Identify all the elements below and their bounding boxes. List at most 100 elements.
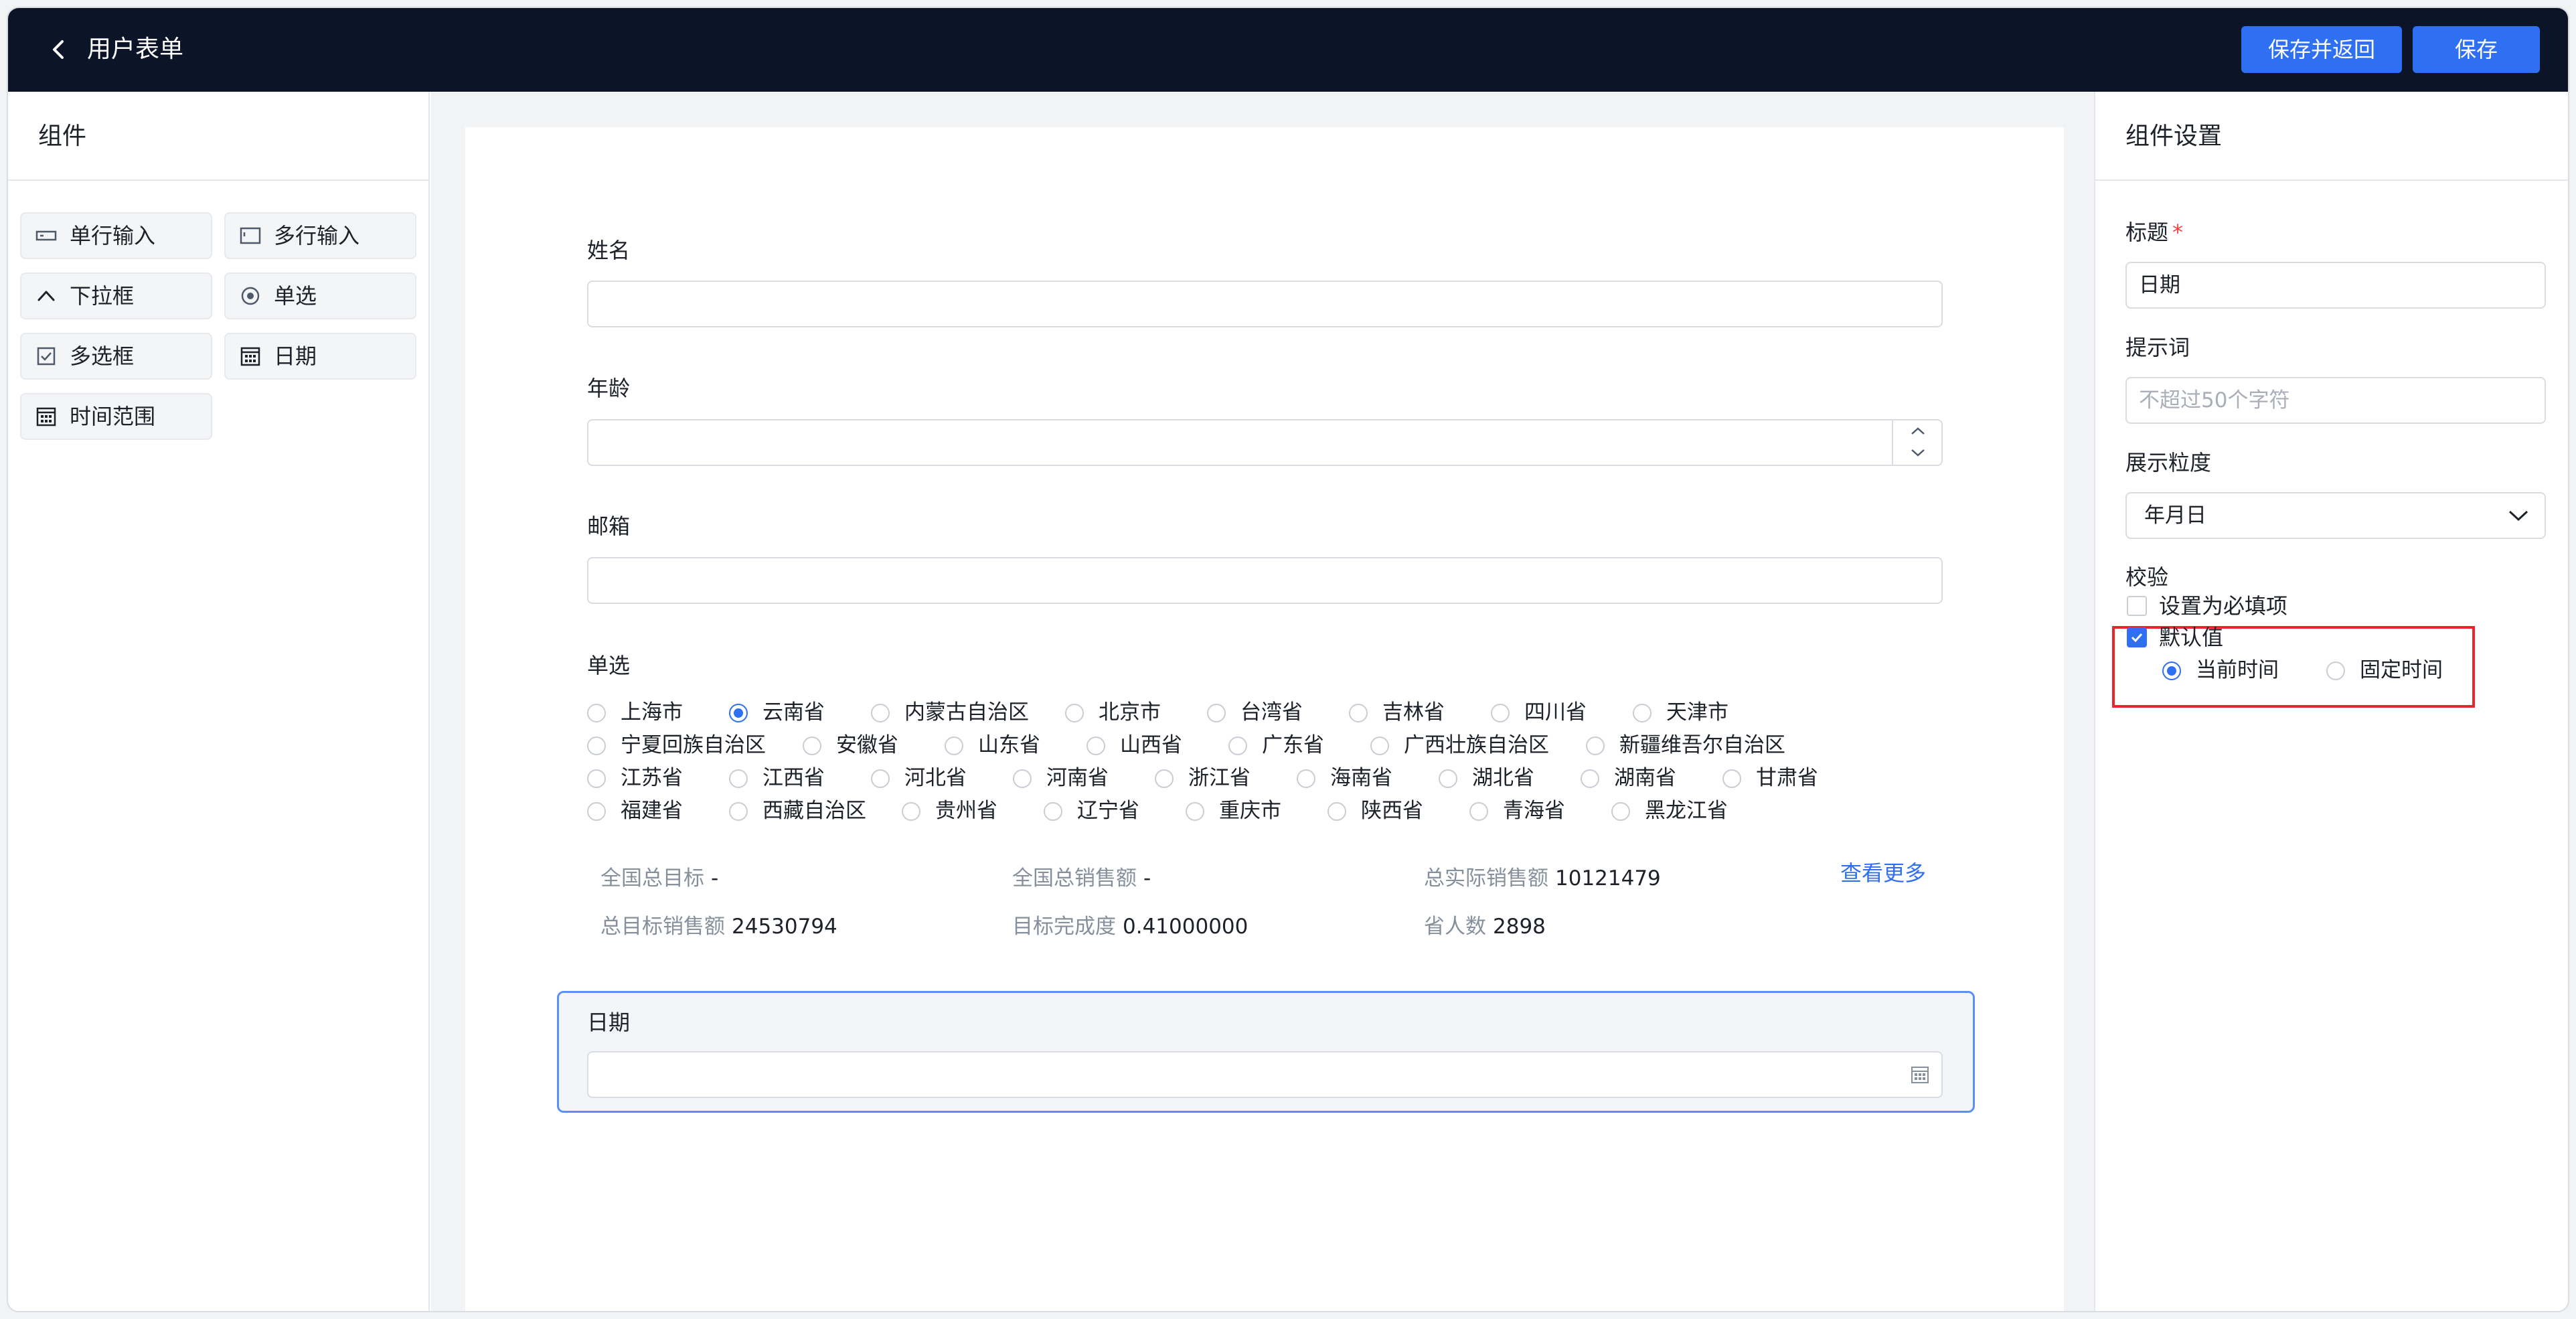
province-radio-option[interactable]: 青海省 <box>1469 797 1565 824</box>
radio-dot <box>1581 769 1599 788</box>
province-radio-option[interactable]: 西藏自治区 <box>729 797 866 824</box>
province-radio-option[interactable]: 宁夏回族自治区 <box>587 732 766 759</box>
province-radio-option[interactable]: 广西壮族自治区 <box>1370 732 1549 759</box>
province-radio-option[interactable]: 贵州省 <box>902 797 997 824</box>
radio-label: 黑龙江省 <box>1645 799 1728 823</box>
component-label: 单行输入 <box>70 223 156 248</box>
chevron-down-icon[interactable] <box>1908 446 1928 459</box>
stat-value: 24530794 <box>732 915 837 939</box>
save-and-return-button[interactable]: 保存并返回 <box>2241 26 2402 73</box>
province-radio-option[interactable]: 河北省 <box>871 765 967 791</box>
validation-label: 校验 <box>2125 564 2169 590</box>
province-radio-option[interactable]: 湖北省 <box>1439 765 1534 791</box>
radio-dot <box>1439 769 1457 788</box>
radio-label: 北京市 <box>1099 700 1161 724</box>
default-current-time-radio[interactable]: 当前时间 <box>2162 657 2279 684</box>
province-radio-option[interactable]: 北京市 <box>1065 699 1161 726</box>
name-input[interactable] <box>587 281 1943 327</box>
component-checkbox[interactable]: 多选框 <box>20 333 212 380</box>
required-checkbox[interactable] <box>2127 596 2147 616</box>
chevron-up-icon[interactable] <box>1908 424 1928 438</box>
granularity-select-value: 年月日 <box>2144 503 2206 528</box>
province-radio-option[interactable]: 江西省 <box>729 765 825 791</box>
component-label: 多行输入 <box>274 223 360 248</box>
email-input[interactable] <box>587 557 1943 604</box>
stat-label: 全国总目标 <box>600 866 704 890</box>
province-radio-option[interactable]: 云南省 <box>729 699 825 726</box>
age-input[interactable] <box>587 419 1943 466</box>
title-setting-label: 标题 * <box>2125 219 2183 246</box>
stat-value: 2898 <box>1493 915 1546 939</box>
radio-dot <box>1086 736 1105 755</box>
province-radio-option[interactable]: 湖南省 <box>1581 765 1676 791</box>
province-radio-option[interactable]: 山东省 <box>945 732 1040 759</box>
granularity-select[interactable]: 年月日 <box>2125 492 2546 539</box>
province-radio-option[interactable]: 安徽省 <box>803 732 898 759</box>
radio-dot <box>1186 802 1204 821</box>
radio-label: 湖北省 <box>1472 766 1534 790</box>
radio-dot <box>902 802 920 821</box>
back-arrow-icon[interactable] <box>45 36 72 63</box>
radio-label: 云南省 <box>762 700 825 724</box>
province-radio-option[interactable]: 陕西省 <box>1327 797 1423 824</box>
radio-dot <box>1327 802 1346 821</box>
province-radio-option[interactable]: 福建省 <box>587 797 683 824</box>
view-more-link[interactable]: 查看更多 <box>1840 860 1926 886</box>
province-radio-option[interactable]: 广东省 <box>1228 732 1324 759</box>
province-radio-option[interactable]: 天津市 <box>1633 699 1728 726</box>
settings-panel-title: 组件设置 <box>2095 92 2568 181</box>
component-radio[interactable]: 单选 <box>224 273 416 319</box>
multi-line-input-icon <box>240 227 261 244</box>
stat-value: 0.41000000 <box>1123 915 1249 939</box>
save-button[interactable]: 保存 <box>2413 26 2540 73</box>
province-radio-option[interactable]: 浙江省 <box>1155 765 1251 791</box>
radio-label: 山西省 <box>1120 733 1182 757</box>
province-radio-option[interactable]: 河南省 <box>1013 765 1109 791</box>
province-radio-option[interactable]: 山西省 <box>1086 732 1182 759</box>
province-radio-option[interactable]: 辽宁省 <box>1044 797 1139 824</box>
province-radio-option[interactable]: 新疆维吾尔自治区 <box>1586 732 1785 759</box>
radio-label: 陕西省 <box>1361 799 1423 823</box>
component-multi-line-input[interactable]: 多行输入 <box>224 212 416 259</box>
component-label: 日期 <box>274 343 317 369</box>
title-setting-input[interactable]: 日期 <box>2125 262 2546 309</box>
stat-completion: 目标完成度 0.41000000 <box>1012 913 1248 940</box>
radio-dot <box>729 769 748 788</box>
component-dropdown[interactable]: 下拉框 <box>20 273 212 319</box>
radio-label: 辽宁省 <box>1077 799 1139 823</box>
radio-label: 青海省 <box>1503 799 1565 823</box>
province-radio-option[interactable]: 海南省 <box>1297 765 1392 791</box>
chevron-up-icon <box>37 291 55 301</box>
radio-label: 固定时间 <box>2360 658 2443 682</box>
age-stepper[interactable] <box>1892 420 1941 465</box>
calendar-icon[interactable] <box>1909 1064 1931 1085</box>
component-label: 单选 <box>274 283 317 309</box>
granularity-setting-label: 展示粒度 <box>2125 450 2212 475</box>
radio-label: 新疆维吾尔自治区 <box>1619 733 1785 757</box>
province-radio-option[interactable]: 甘肃省 <box>1722 765 1818 791</box>
component-time-range[interactable]: 时间范围 <box>20 393 212 440</box>
radio-label: 台湾省 <box>1240 700 1303 724</box>
province-radio-option[interactable]: 黑龙江省 <box>1611 797 1728 824</box>
component-date[interactable]: 日期 <box>224 333 416 380</box>
stat-label: 总实际销售额 <box>1424 866 1548 890</box>
province-radio-option[interactable]: 江苏省 <box>587 765 683 791</box>
radio-label: 内蒙古自治区 <box>904 700 1029 724</box>
province-radio-option[interactable]: 吉林省 <box>1349 699 1445 726</box>
radio-label: 当前时间 <box>2196 658 2279 682</box>
province-radio-option[interactable]: 重庆市 <box>1186 797 1281 824</box>
default-value-checkbox[interactable] <box>2127 627 2147 647</box>
province-radio-option[interactable]: 四川省 <box>1491 699 1587 726</box>
radio-dot <box>587 802 606 821</box>
radio-dot <box>729 704 748 722</box>
province-radio-option[interactable]: 内蒙古自治区 <box>871 699 1029 726</box>
hint-setting-input[interactable]: 不超过50个字符 <box>2125 377 2546 424</box>
radio-label: 重庆市 <box>1219 799 1281 823</box>
component-single-line-input[interactable]: 单行输入 <box>20 212 212 259</box>
date-input[interactable] <box>587 1051 1943 1098</box>
default-fixed-time-radio[interactable]: 固定时间 <box>2326 657 2443 684</box>
radio-label: 宁夏回族自治区 <box>621 733 766 757</box>
province-radio-option[interactable]: 台湾省 <box>1207 699 1303 726</box>
radio-dot <box>1349 704 1368 722</box>
province-radio-option[interactable]: 上海市 <box>587 699 683 726</box>
